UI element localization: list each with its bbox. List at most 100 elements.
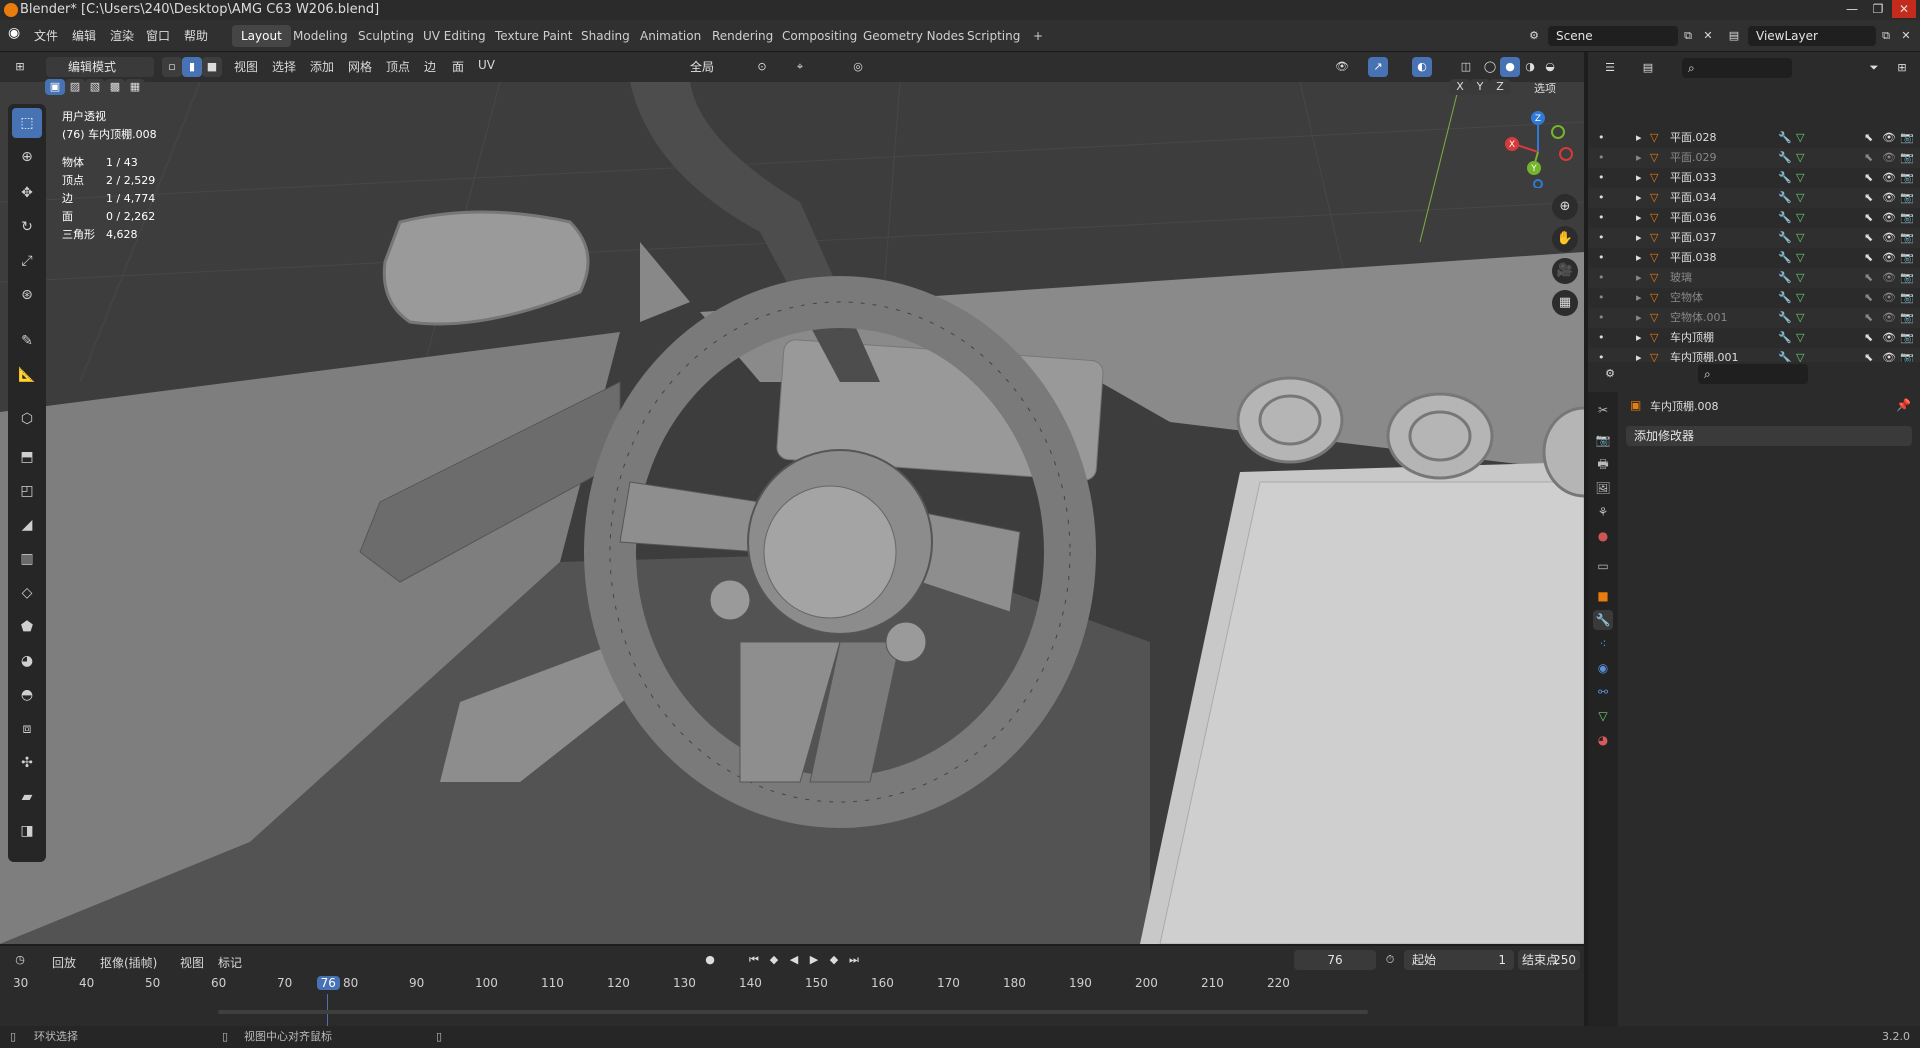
tab-scripting[interactable]: Scripting [958, 25, 1029, 47]
modifier-icon[interactable]: 🔧 [1778, 328, 1792, 348]
spin-tool-icon[interactable]: ◕ [12, 646, 42, 676]
new-view-layer-icon[interactable]: ⧉ [1876, 26, 1896, 46]
knife-tool-icon[interactable]: ◇ [12, 578, 42, 608]
physics-tab-icon[interactable]: ◉ [1593, 658, 1613, 678]
menu-window[interactable]: 窗口 [146, 27, 170, 44]
measure-tool-icon[interactable]: 📐 [12, 360, 42, 390]
properties-editor-type-icon[interactable]: ⚙ [1600, 364, 1620, 384]
eye-icon[interactable]: 👁 [1882, 268, 1896, 288]
camera-view-icon[interactable]: 🎥 [1552, 258, 1578, 284]
options-dropdown[interactable]: 选项 [1534, 80, 1556, 96]
collection-tab-icon[interactable]: ▭ [1593, 556, 1613, 576]
outliner-row[interactable]: • ▸ ▽ 平面.038 🔧 ▽ ⬉ 👁 📷 [1588, 248, 1920, 268]
add-workspace-button[interactable]: + [1024, 25, 1052, 47]
select-toggle-icon[interactable]: ⬉ [1864, 148, 1873, 168]
eye-icon[interactable]: 👁 [1882, 308, 1896, 328]
tool-tab-icon[interactable]: ✂ [1593, 400, 1613, 420]
visibility-icon[interactable]: 👁 [1332, 57, 1352, 77]
solid-shading-icon[interactable]: ● [1500, 57, 1520, 77]
loop-cut-tool-icon[interactable]: ▥ [12, 544, 42, 574]
render-camera-icon[interactable]: 📷 [1900, 248, 1914, 268]
data-tab-icon[interactable]: ▽ [1593, 706, 1613, 726]
expand-arrow-icon[interactable]: ▸ [1636, 228, 1642, 248]
expand-arrow-icon[interactable]: ▸ [1636, 308, 1642, 328]
filter-icon[interactable]: ⏷ [1864, 58, 1884, 78]
world-tab-icon[interactable]: ● [1593, 526, 1613, 546]
extrude-tool-icon[interactable]: ⬒ [12, 442, 42, 472]
expand-arrow-icon[interactable]: ▸ [1636, 248, 1642, 268]
modifier-icon[interactable]: 🔧 [1778, 308, 1792, 328]
select-invert-icon[interactable]: ▩ [105, 79, 125, 95]
ortho-toggle-icon[interactable]: ▦ [1552, 290, 1578, 316]
maximize-button[interactable]: ❐ [1866, 0, 1890, 18]
blender-menu-icon[interactable]: ◉ [8, 25, 20, 41]
outliner-search-input[interactable]: ⌕ [1682, 58, 1792, 78]
material-shading-icon[interactable]: ◑ [1520, 57, 1540, 77]
render-camera-icon[interactable]: 📷 [1900, 208, 1914, 228]
mode-selector[interactable]: 编辑模式 [46, 57, 154, 77]
menu-file[interactable]: 文件 [34, 27, 58, 44]
edge-slide-tool-icon[interactable]: ⧈ [12, 714, 42, 744]
outliner-row[interactable]: • ▸ ▽ 玻璃 🔧 ▽ ⬉ 👁 📷 [1588, 268, 1920, 288]
render-camera-icon[interactable]: 📷 [1900, 228, 1914, 248]
pin-icon[interactable]: 📌 [1896, 398, 1911, 412]
display-mode-icon[interactable]: ▤ [1638, 58, 1658, 78]
xray-icon[interactable]: ◫ [1456, 57, 1476, 77]
mesh-data-icon[interactable]: ▽ [1796, 288, 1804, 308]
render-camera-icon[interactable]: 📷 [1900, 268, 1914, 288]
tab-animation[interactable]: Animation [631, 25, 710, 47]
scene-tab-icon[interactable]: ⚘ [1593, 502, 1613, 522]
expand-arrow-icon[interactable]: ▸ [1636, 288, 1642, 308]
eye-icon[interactable]: 👁 [1882, 128, 1896, 148]
menu-help[interactable]: 帮助 [184, 27, 208, 44]
modifier-icon[interactable]: 🔧 [1778, 128, 1792, 148]
poly-build-tool-icon[interactable]: ⬟ [12, 612, 42, 642]
current-frame-marker[interactable]: 76 [316, 976, 340, 990]
select-toggle-icon[interactable]: ⬉ [1864, 208, 1873, 228]
tab-uv-editing[interactable]: UV Editing [414, 25, 495, 47]
particles-tab-icon[interactable]: ⁖ [1593, 634, 1613, 654]
outliner-row[interactable]: • ▸ ▽ 平面.034 🔧 ▽ ⬉ 👁 📷 [1588, 188, 1920, 208]
mesh-data-icon[interactable]: ▽ [1796, 168, 1804, 188]
select-toggle-icon[interactable]: ⬉ [1864, 268, 1873, 288]
mesh-data-icon[interactable]: ▽ [1796, 328, 1804, 348]
tab-rendering[interactable]: Rendering [703, 25, 782, 47]
modifier-icon[interactable]: 🔧 [1778, 168, 1792, 188]
modifier-icon[interactable]: 🔧 [1778, 268, 1792, 288]
output-tab-icon[interactable]: 🖶 [1593, 454, 1613, 474]
eye-icon[interactable]: 👁 [1882, 288, 1896, 308]
shrink-fatten-tool-icon[interactable]: ✣ [12, 748, 42, 778]
tab-sculpting[interactable]: Sculpting [349, 25, 423, 47]
scale-tool-icon[interactable]: ⤢ [12, 246, 42, 276]
select-toggle-icon[interactable]: ⬉ [1864, 228, 1873, 248]
outliner-row[interactable]: • ▸ ▽ 平面.033 🔧 ▽ ⬉ 👁 📷 [1588, 168, 1920, 188]
mirror-x-button[interactable]: X [1450, 79, 1470, 95]
mirror-z-button[interactable]: Z [1490, 79, 1510, 95]
mesh-data-icon[interactable]: ▽ [1796, 248, 1804, 268]
menu-edit[interactable]: 编辑 [72, 27, 96, 44]
select-toggle-icon[interactable]: ⬉ [1864, 248, 1873, 268]
pan-hand-icon[interactable]: ✋ [1552, 226, 1578, 252]
menu-select[interactable]: 选择 [272, 58, 296, 75]
menu-edge[interactable]: 边 [424, 58, 436, 75]
outliner-row[interactable]: • ▸ ▽ 车内顶棚 🔧 ▽ ⬉ 👁 📷 [1588, 328, 1920, 348]
mesh-data-icon[interactable]: ▽ [1796, 208, 1804, 228]
tab-geometry-nodes[interactable]: Geometry Nodes [854, 25, 973, 47]
mesh-data-icon[interactable]: ▽ [1796, 148, 1804, 168]
gizmo-toggle-icon[interactable]: ↗ [1368, 57, 1388, 77]
eye-icon[interactable]: 👁 [1882, 208, 1896, 228]
render-camera-icon[interactable]: 📷 [1900, 328, 1914, 348]
outliner-row[interactable]: • ▸ ▽ 平面.029 🔧 ▽ ⬉ 👁 📷 [1588, 148, 1920, 168]
expand-arrow-icon[interactable]: ▸ [1636, 128, 1642, 148]
navigation-gizmo[interactable]: Z X Y [1498, 108, 1578, 188]
expand-arrow-icon[interactable]: ▸ [1636, 168, 1642, 188]
modifier-icon[interactable]: 🔧 [1778, 288, 1792, 308]
new-scene-icon[interactable]: ⧉ [1678, 26, 1698, 46]
scene-selector[interactable]: Scene [1548, 26, 1678, 46]
add-modifier-dropdown[interactable]: 添加修改器 [1626, 426, 1912, 446]
tab-modeling[interactable]: Modeling [284, 25, 357, 47]
tab-texture-paint[interactable]: Texture Paint [486, 25, 581, 47]
object-tab-icon[interactable]: ■ [1593, 586, 1613, 606]
close-button[interactable]: ✕ [1892, 0, 1916, 18]
editor-type-icon[interactable]: ⊞ [10, 57, 30, 77]
